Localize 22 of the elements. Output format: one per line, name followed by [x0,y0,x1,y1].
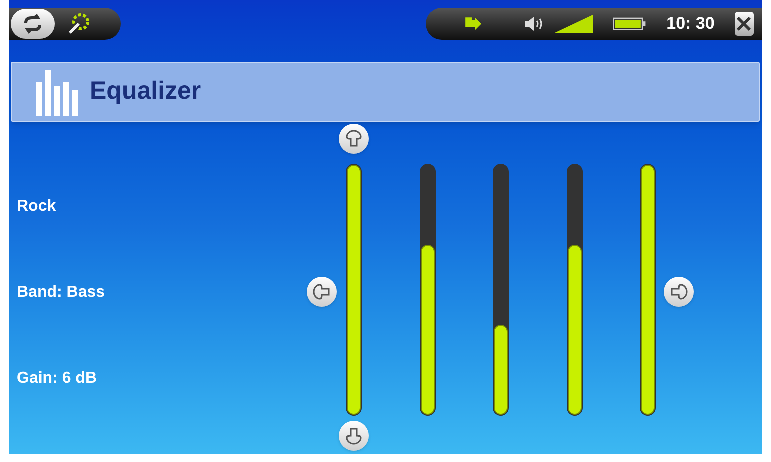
band-slider-track[interactable] [566,164,582,416]
battery-icon [613,15,647,33]
equalizer-icon [36,68,78,116]
band-slider-track[interactable] [420,164,436,416]
arrow-icon [312,282,332,302]
previous-band-button[interactable] [307,277,337,307]
arrow-icon [669,282,689,302]
settings-icon[interactable] [67,12,91,36]
increase-gain-button[interactable] [339,124,369,154]
info-label: Band: Bass [17,284,106,302]
close-button[interactable] [734,12,754,36]
clock-time: 10: 30 [666,13,715,36]
decrease-gain-button[interactable] [339,421,369,451]
info-label: Rock [17,198,58,216]
refresh-icon[interactable] [11,9,55,39]
band-slider-track[interactable] [493,164,509,416]
arrow-icon [344,129,364,149]
arrow-icon [344,426,364,446]
header-title: Equalizer [90,76,202,108]
signal-icon [555,15,594,33]
next-band-button[interactable] [664,277,694,307]
info-label: Gain: 6 dB [17,370,98,388]
